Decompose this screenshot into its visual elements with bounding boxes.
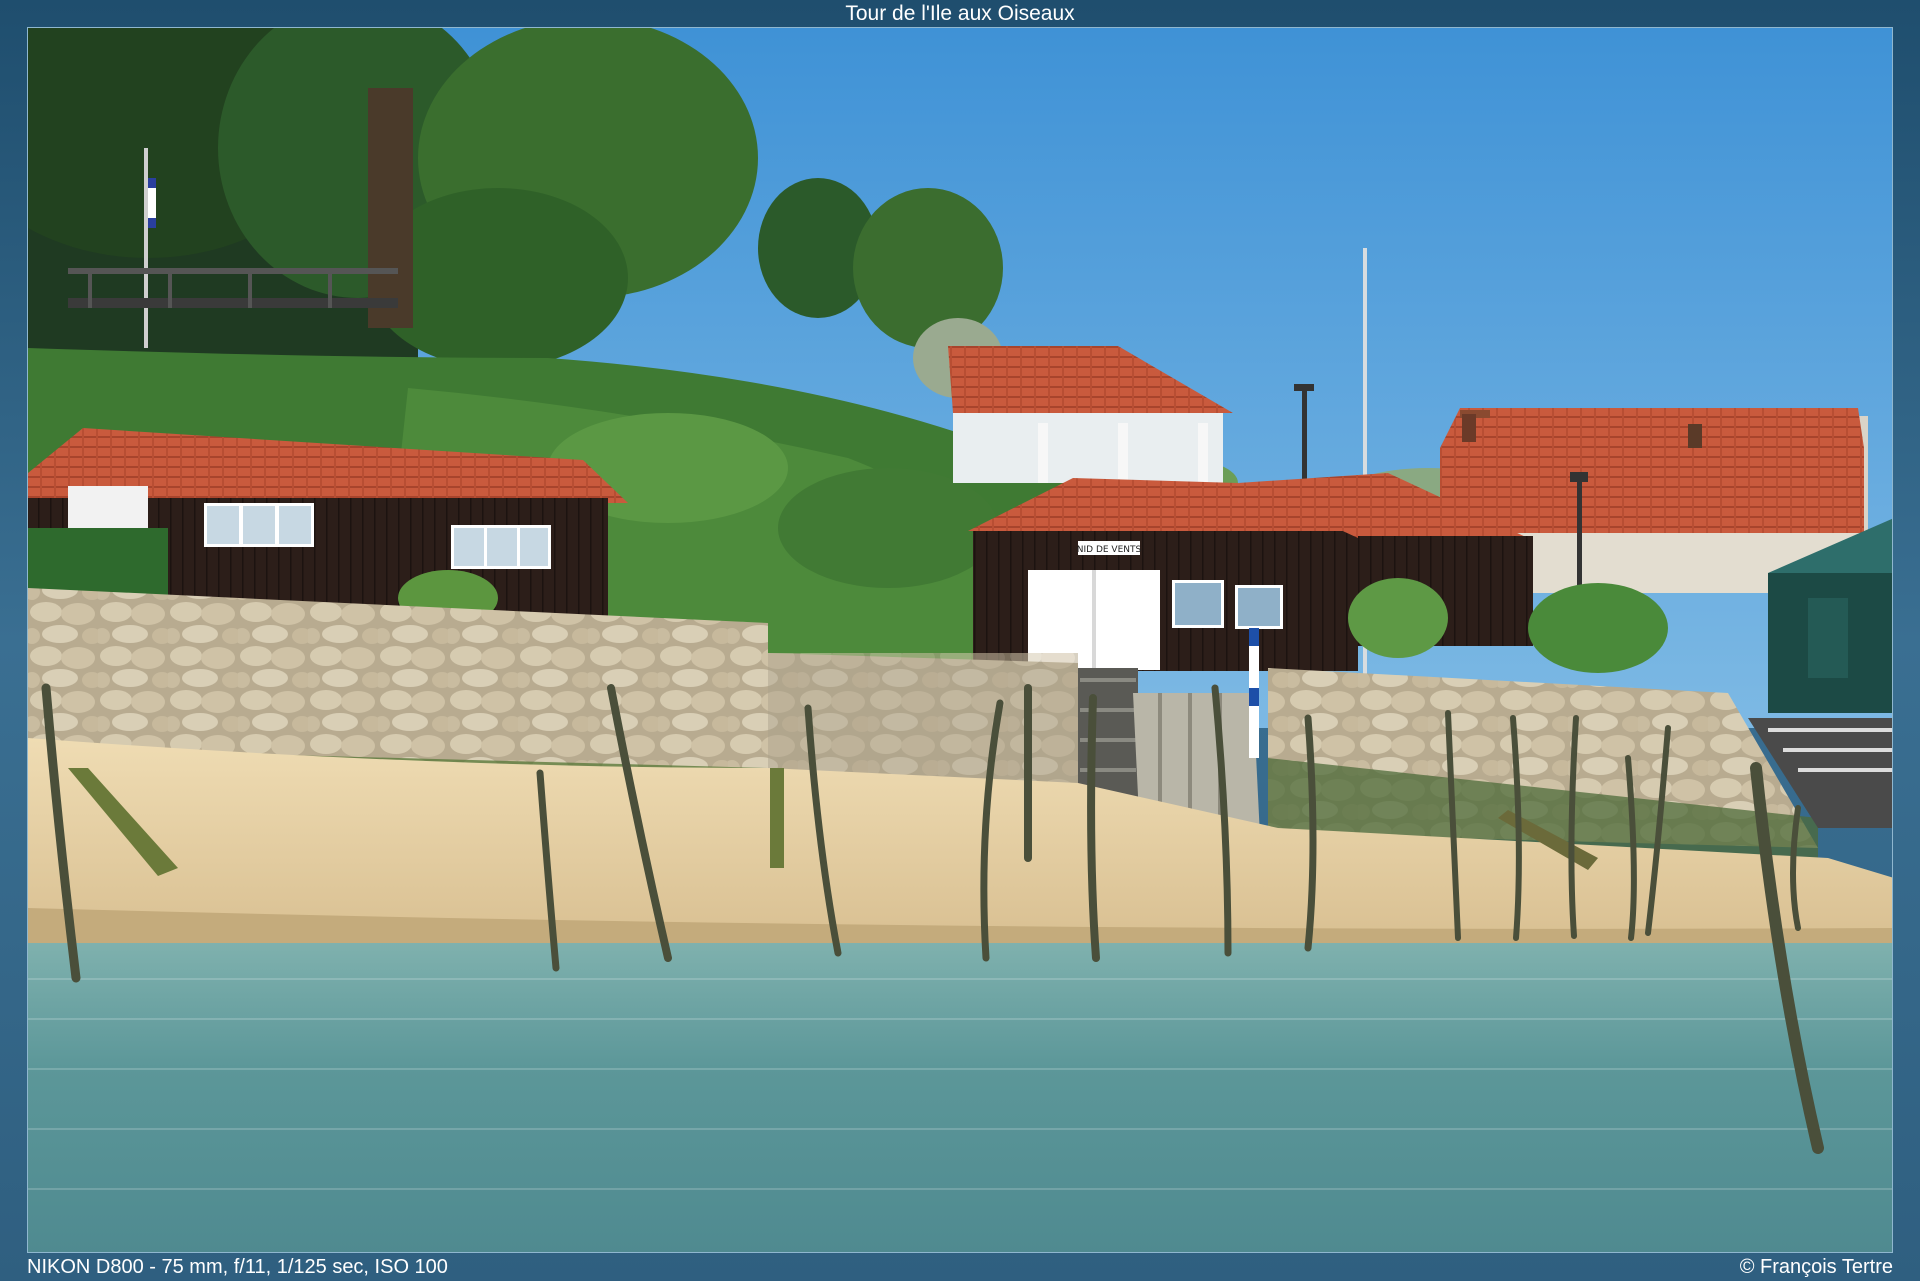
photo-frame: Tour de l'Ile aux Oiseaux NID DE VENTS N… [0, 0, 1920, 1281]
photo-image: NID DE VENTS [27, 27, 1893, 1253]
camera-info: NIKON D800 - 75 mm, f/11, 1/125 sec, ISO… [27, 1256, 448, 1278]
boathouse-sign: NID DE VENTS [1077, 545, 1142, 555]
page-title: Tour de l'Ile aux Oiseaux [845, 2, 1075, 25]
copyright: © François Tertre [1739, 1256, 1893, 1278]
